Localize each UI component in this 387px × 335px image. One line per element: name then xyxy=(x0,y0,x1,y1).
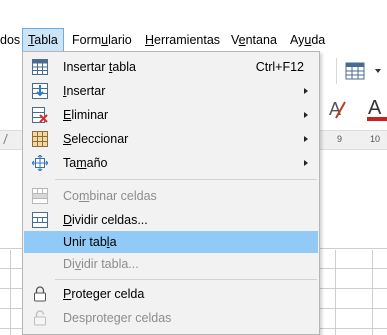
submenu-arrow-icon xyxy=(304,88,308,94)
table-grid-line xyxy=(372,250,373,335)
font-color-icon[interactable]: A xyxy=(365,96,387,122)
menu-item-label: Insertar tabla xyxy=(63,60,136,74)
menu-item-select[interactable]: Seleccionar xyxy=(24,128,318,150)
menu-tabla[interactable]: Tabla xyxy=(22,28,64,52)
insert-table-toolbar-icon[interactable] xyxy=(345,62,369,82)
menu-item-merge-table[interactable]: Unir tabla xyxy=(24,231,318,253)
menu-ayuda[interactable]: Ayuda xyxy=(290,28,325,52)
tabla-menu: Insertar tabla Ctrl+F12 Insertar Elimina… xyxy=(22,51,320,335)
table-grid-line xyxy=(335,250,336,335)
menu-item-label: Dividir celdas... xyxy=(63,213,148,227)
ruler-number-9: 9 xyxy=(337,134,343,144)
menu-item-label: Tamaño xyxy=(63,156,108,170)
select-table-icon xyxy=(32,131,48,147)
menu-ventana[interactable]: Ventana xyxy=(231,28,277,52)
menu-tabla-rest: abla xyxy=(34,33,58,47)
menu-item-shortcut: Ctrl+F12 xyxy=(255,60,304,74)
insert-rows-icon xyxy=(32,83,48,99)
menu-formulario[interactable]: Formulario xyxy=(72,28,132,52)
menu-item-label: Combinar celdas xyxy=(63,189,157,203)
menu-item-label: Desproteger celdas xyxy=(63,311,172,325)
submenu-arrow-icon xyxy=(304,136,308,142)
toolbar-separator xyxy=(336,58,337,84)
menu-item-unprotect-cells[interactable]: Desproteger celdas xyxy=(24,307,318,329)
table-grid-line xyxy=(10,250,11,335)
menu-item-insert[interactable]: Insertar xyxy=(24,80,318,102)
table-dropdown-arrow-icon[interactable] xyxy=(375,69,381,73)
submenu-arrow-icon xyxy=(304,112,308,118)
split-cells-icon xyxy=(32,212,48,228)
menu-item-label: Unir tabla xyxy=(63,235,117,249)
svg-text:A: A xyxy=(368,97,382,119)
size-icon xyxy=(31,154,49,172)
submenu-arrow-icon xyxy=(304,160,308,166)
menu-item-delete[interactable]: Eliminar xyxy=(24,104,318,126)
menu-item-label: Proteger celda xyxy=(63,287,145,301)
menu-item-split-cells[interactable]: Dividir celdas... xyxy=(24,209,318,231)
menu-item-size[interactable]: Tamaño xyxy=(24,152,318,174)
ruler-number-10: 10 xyxy=(370,134,381,144)
menu-item-label: Seleccionar xyxy=(63,132,129,146)
menu-herramientas[interactable]: Herramientas xyxy=(145,28,220,52)
menu-bar: dos Tabla Formulario Herramientas Ventan… xyxy=(0,28,387,53)
menu-item-insert-table[interactable]: Insertar tabla Ctrl+F12 xyxy=(24,56,318,78)
unlock-icon xyxy=(32,310,48,326)
menu-item-protect-cell[interactable]: Proteger celda xyxy=(24,283,318,305)
menu-item-label: Eliminar xyxy=(63,108,109,122)
insert-table-icon xyxy=(32,59,48,75)
ruler-tab-marker xyxy=(3,134,16,144)
menu-item-split-table[interactable]: Dividir tabla... xyxy=(24,253,318,275)
menu-item-label: Insertar xyxy=(63,84,106,98)
menu-item-label: Dividir tabla... xyxy=(63,257,139,271)
delete-table-icon xyxy=(32,107,48,123)
clear-formatting-icon[interactable]: A xyxy=(326,98,348,122)
menu-formato-fragment[interactable]: dos xyxy=(0,28,20,52)
merge-cells-icon xyxy=(32,188,48,204)
menu-separator xyxy=(55,279,317,280)
menu-separator xyxy=(55,179,317,180)
lock-icon xyxy=(32,286,48,302)
menu-item-merge-cells[interactable]: Combinar celdas xyxy=(24,185,318,207)
svg-text:A: A xyxy=(329,99,341,119)
